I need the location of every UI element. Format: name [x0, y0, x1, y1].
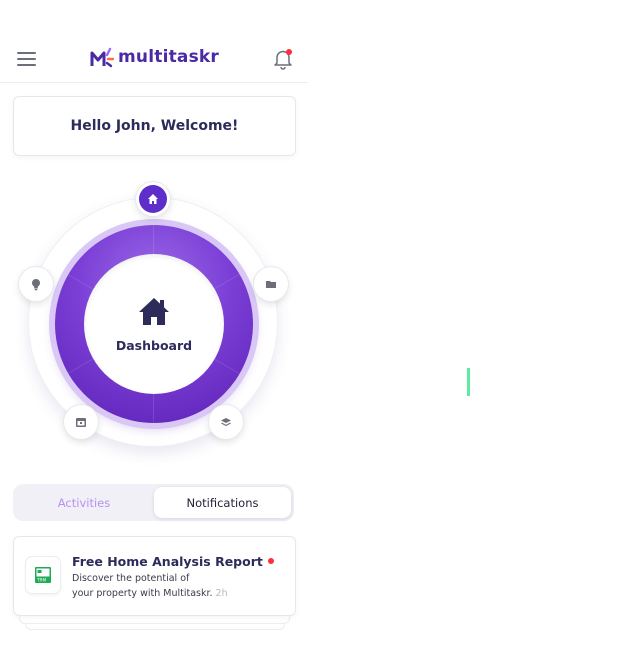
text-cursor-mark — [467, 368, 470, 396]
app-logo: multitaskr — [90, 46, 219, 68]
activity-tabs: Activities Notifications — [13, 484, 294, 521]
hamburger-menu-icon[interactable] — [17, 52, 36, 66]
home-icon — [148, 194, 158, 204]
welcome-banner: Hello John, Welcome! — [13, 96, 296, 156]
wheel-node-folder[interactable] — [254, 267, 288, 301]
app-header: multitaskr — [0, 0, 308, 83]
notification-body-line-2: your property with Multitaskr. 2h — [72, 588, 228, 599]
report-document-icon: TRM — [26, 557, 60, 593]
logo-text: multitaskr — [118, 47, 220, 67]
unread-dot — [267, 558, 274, 564]
wheel-node-layers[interactable] — [209, 405, 243, 439]
calendar-icon — [76, 418, 86, 427]
svg-text:TRM: TRM — [36, 578, 46, 583]
layers-icon — [221, 418, 231, 427]
wheel-node-home[interactable] — [136, 182, 170, 216]
navigation-wheel: Dashboard — [0, 160, 308, 470]
report-glyph: TRM — [35, 567, 51, 583]
welcome-text: Hello John, Welcome! — [70, 118, 239, 134]
dashboard-label: Dashboard — [115, 337, 193, 353]
folder-icon — [266, 281, 276, 288]
wheel-node-calendar[interactable] — [64, 405, 98, 439]
tab-activities-label: Activities — [57, 495, 111, 510]
home-icon — [139, 297, 169, 325]
tab-activities[interactable]: Activities — [15, 487, 153, 518]
unread-indicator — [286, 49, 292, 55]
dashboard-center-button[interactable]: Dashboard — [84, 254, 224, 394]
tab-notifications[interactable]: Notifications — [154, 487, 291, 518]
tab-notifications-label: Notifications — [186, 495, 259, 510]
logo-mark-icon — [90, 47, 114, 68]
bell-icon[interactable] — [272, 48, 294, 70]
notification-body-text: your property with Multitaskr. — [72, 588, 213, 599]
mobile-app-screen: multitaskr Hello John, Welcome! Dashboar… — [0, 0, 308, 668]
notification-title-text: Free Home Analysis Report — [72, 554, 263, 569]
lightbulb-icon — [32, 278, 40, 290]
notification-time: 2h — [215, 588, 228, 599]
wheel-node-ideas[interactable] — [19, 267, 53, 301]
notification-body-line-1: Discover the potential of — [72, 573, 190, 584]
notification-title: Free Home Analysis Report — [72, 554, 274, 569]
notification-card[interactable]: TRM Free Home Analysis Report Discover t… — [13, 536, 296, 616]
